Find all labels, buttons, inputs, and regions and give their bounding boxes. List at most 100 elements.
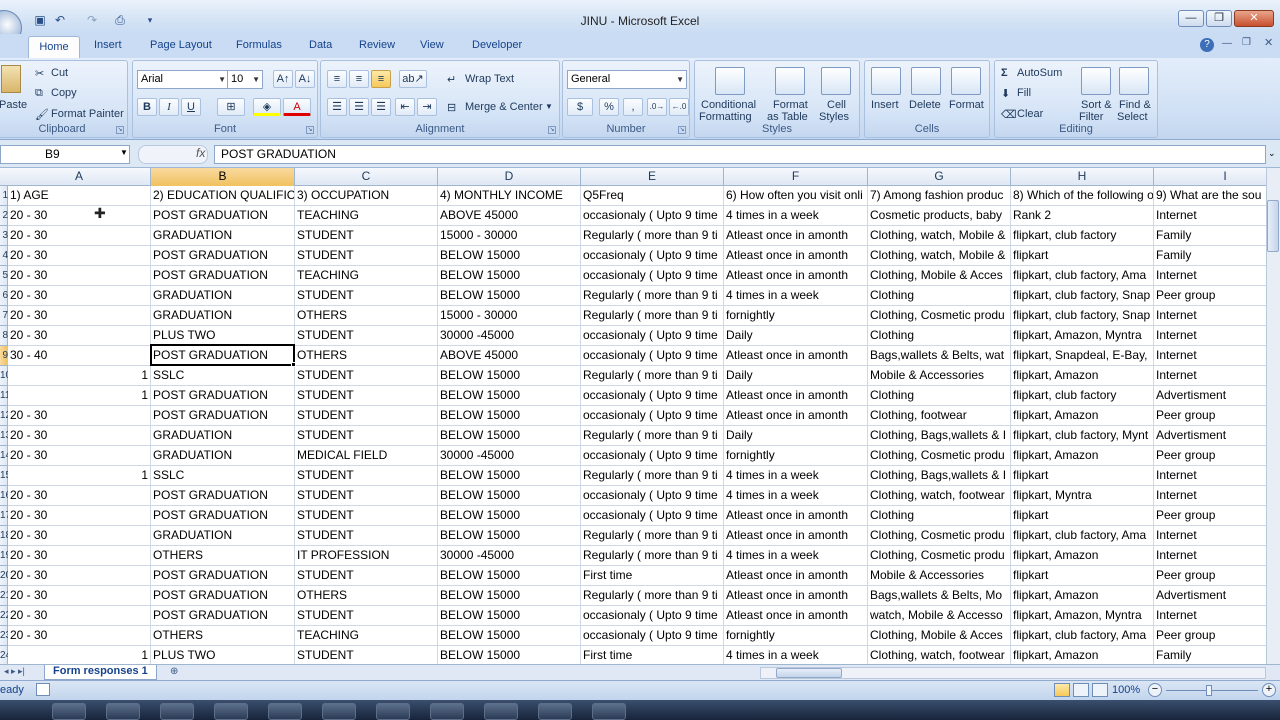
cell-h5[interactable]: flipkart, club factory, Ama	[1011, 266, 1154, 286]
cell-f3[interactable]: Atleast once in amonth	[724, 226, 868, 246]
cell-b8[interactable]: PLUS TWO	[151, 326, 295, 346]
borders-icon[interactable]: ⊞	[217, 98, 245, 116]
row-header[interactable]: 8	[0, 326, 8, 346]
cell-f15[interactable]: 4 times in a week	[724, 466, 868, 486]
cell-i14[interactable]: Peer group	[1154, 446, 1266, 466]
cell-d15[interactable]: BELOW 15000	[438, 466, 581, 486]
increase-decimal-icon[interactable]: .0→	[647, 98, 667, 116]
cell-h3[interactable]: flipkart, club factory	[1011, 226, 1154, 246]
cell-e3[interactable]: Regularly ( more than 9 ti	[581, 226, 724, 246]
cell-e18[interactable]: Regularly ( more than 9 ti	[581, 526, 724, 546]
name-box[interactable]: B9	[0, 145, 130, 164]
cell-d7[interactable]: 15000 - 30000	[438, 306, 581, 326]
vertical-scroll-thumb[interactable]	[1267, 200, 1279, 252]
increase-indent-icon[interactable]: ⇥	[417, 98, 437, 116]
cell-d16[interactable]: BELOW 15000	[438, 486, 581, 506]
cell-h15[interactable]: flipkart	[1011, 466, 1154, 486]
delete-cells-button[interactable]: Delete	[909, 99, 941, 111]
sort-filter-label-1[interactable]: Sort &	[1081, 99, 1112, 111]
comma-button[interactable]: ,	[623, 98, 643, 116]
merge-center-icon[interactable]: ⊟	[447, 101, 456, 114]
row-header[interactable]: 24	[0, 646, 8, 666]
font-size-combo[interactable]: 10 ▼	[227, 70, 263, 89]
cell-b1[interactable]: 2) EDUCATION QUALIFIC	[151, 186, 295, 206]
cell-c4[interactable]: STUDENT	[295, 246, 438, 266]
cell-f16[interactable]: 4 times in a week	[724, 486, 868, 506]
column-header-b[interactable]: B	[151, 168, 295, 186]
cell-h1[interactable]: 8) Which of the following o	[1011, 186, 1154, 206]
taskbar-app-icon[interactable]	[322, 703, 356, 720]
cell-c15[interactable]: STUDENT	[295, 466, 438, 486]
cell-b19[interactable]: OTHERS	[151, 546, 295, 566]
chevron-down-icon[interactable]: ▼	[545, 102, 553, 111]
cell-f19[interactable]: 4 times in a week	[724, 546, 868, 566]
cell-a8[interactable]: 20 - 30	[8, 326, 151, 346]
cell-e9[interactable]: occasionaly ( Upto 9 time	[581, 346, 724, 366]
cell-f2[interactable]: 4 times in a week	[724, 206, 868, 226]
cell-c16[interactable]: STUDENT	[295, 486, 438, 506]
cell-c20[interactable]: STUDENT	[295, 566, 438, 586]
decrease-decimal-icon[interactable]: ←.0	[669, 98, 689, 116]
cell-d21[interactable]: BELOW 15000	[438, 586, 581, 606]
cell-e19[interactable]: Regularly ( more than 9 ti	[581, 546, 724, 566]
cell-b12[interactable]: POST GRADUATION	[151, 406, 295, 426]
cell-e24[interactable]: First time	[581, 646, 724, 664]
row-header[interactable]: 20	[0, 566, 8, 586]
cell-a23[interactable]: 20 - 30	[8, 626, 151, 646]
cell-h9[interactable]: flipkart, Snapdeal, E-Bay,	[1011, 346, 1154, 366]
cell-h13[interactable]: flipkart, club factory, Mynt	[1011, 426, 1154, 446]
zoom-in-icon[interactable]: +	[1262, 683, 1276, 697]
cell-d10[interactable]: BELOW 15000	[438, 366, 581, 386]
clear-button[interactable]: Clear	[1017, 108, 1043, 120]
cell-c23[interactable]: TEACHING	[295, 626, 438, 646]
cell-a6[interactable]: 20 - 30	[8, 286, 151, 306]
cell-a24[interactable]: 1	[8, 646, 151, 664]
format-as-table-label-1[interactable]: Format	[773, 99, 808, 111]
cell-a10[interactable]: 1	[8, 366, 151, 386]
format-painter-icon[interactable]: 🖌	[35, 108, 49, 121]
cell-b4[interactable]: POST GRADUATION	[151, 246, 295, 266]
cell-h24[interactable]: flipkart, Amazon	[1011, 646, 1154, 664]
taskbar-app-icon[interactable]	[484, 703, 518, 720]
cell-g12[interactable]: Clothing, footwear	[868, 406, 1011, 426]
cell-b7[interactable]: GRADUATION	[151, 306, 295, 326]
cell-e1[interactable]: Q5Freq	[581, 186, 724, 206]
taskbar-app-icon[interactable]	[160, 703, 194, 720]
cell-f6[interactable]: 4 times in a week	[724, 286, 868, 306]
conditional-formatting-label-1[interactable]: Conditional	[701, 99, 756, 111]
cell-d22[interactable]: BELOW 15000	[438, 606, 581, 626]
merge-center-button[interactable]: Merge & Center	[465, 101, 543, 113]
cell-d12[interactable]: BELOW 15000	[438, 406, 581, 426]
cell-a5[interactable]: 20 - 30	[8, 266, 151, 286]
cell-e13[interactable]: Regularly ( more than 9 ti	[581, 426, 724, 446]
format-as-table-icon[interactable]	[775, 67, 805, 95]
cell-g7[interactable]: Clothing, Cosmetic produ	[868, 306, 1011, 326]
cell-b10[interactable]: SSLC	[151, 366, 295, 386]
cell-f5[interactable]: Atleast once in amonth	[724, 266, 868, 286]
cell-c12[interactable]: STUDENT	[295, 406, 438, 426]
decrease-indent-icon[interactable]: ⇤	[395, 98, 415, 116]
cell-h8[interactable]: flipkart, Amazon, Myntra	[1011, 326, 1154, 346]
cell-g23[interactable]: Clothing, Mobile & Acces	[868, 626, 1011, 646]
cell-d6[interactable]: BELOW 15000	[438, 286, 581, 306]
row-header[interactable]: 18	[0, 526, 8, 546]
cell-c10[interactable]: STUDENT	[295, 366, 438, 386]
wrap-text-icon[interactable]: ↵	[447, 73, 456, 86]
cell-f12[interactable]: Atleast once in amonth	[724, 406, 868, 426]
cell-g4[interactable]: Clothing, watch, Mobile &	[868, 246, 1011, 266]
cell-f18[interactable]: Atleast once in amonth	[724, 526, 868, 546]
column-header-a[interactable]: A	[8, 168, 151, 186]
cell-i5[interactable]: Internet	[1154, 266, 1266, 286]
cell-e8[interactable]: occasionaly ( Upto 9 time	[581, 326, 724, 346]
cell-d23[interactable]: BELOW 15000	[438, 626, 581, 646]
cell-f8[interactable]: Daily	[724, 326, 868, 346]
macro-record-icon[interactable]	[36, 683, 50, 696]
ribbon-minimize-icon[interactable]: —	[1222, 38, 1232, 49]
cell-f9[interactable]: Atleast once in amonth	[724, 346, 868, 366]
taskbar-app-icon[interactable]	[268, 703, 302, 720]
cell-a19[interactable]: 20 - 30	[8, 546, 151, 566]
cell-f10[interactable]: Daily	[724, 366, 868, 386]
align-top-icon[interactable]: ≡	[327, 70, 347, 88]
clear-icon[interactable]: ⌫	[1001, 108, 1017, 121]
find-select-label-2[interactable]: Select	[1117, 111, 1148, 123]
